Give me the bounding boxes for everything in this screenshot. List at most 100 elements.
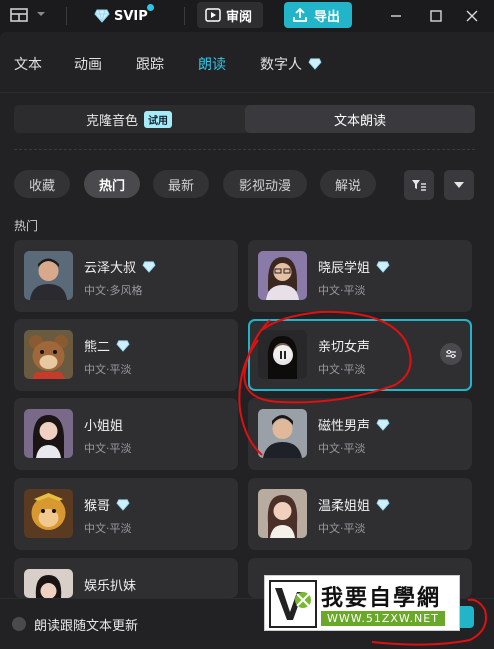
follow-text-checkbox[interactable] xyxy=(12,617,26,631)
voice-desc: 中文·平淡 xyxy=(84,442,132,455)
review-button[interactable]: 审阅 xyxy=(197,2,263,28)
voice-card[interactable]: 猴哥 中文·平淡 xyxy=(14,478,238,550)
voice-card[interactable]: 云泽大叔 中文·多风格 xyxy=(14,240,238,312)
voice-name: 晓辰学姐 xyxy=(318,257,390,276)
logo-icon xyxy=(269,580,317,628)
voice-name-text: 磁性男声 xyxy=(318,419,371,434)
clone-voice-label: 克隆音色 xyxy=(85,113,138,129)
filter-list-icon xyxy=(412,180,426,191)
filter-label: 解说 xyxy=(334,178,361,194)
diamond-icon xyxy=(308,58,322,70)
voice-card[interactable]: 娱乐扒妹 xyxy=(14,558,238,598)
tab-read-aloud[interactable]: 朗读 xyxy=(198,54,226,74)
avatar xyxy=(24,330,73,379)
voice-name: 磁性男声 xyxy=(318,415,390,434)
filter-label: 收藏 xyxy=(28,178,55,194)
pause-icon xyxy=(280,351,286,359)
filter-film-anime[interactable]: 影视动漫 xyxy=(223,170,307,198)
minimize-icon xyxy=(391,15,401,17)
filter-favorites[interactable]: 收藏 xyxy=(14,170,70,198)
diamond-icon xyxy=(376,418,390,431)
filter-label: 最新 xyxy=(167,178,194,194)
voice-card[interactable]: 熊二 中文·平淡 xyxy=(14,319,238,391)
upload-icon xyxy=(293,7,307,22)
voice-card-selected[interactable]: 亲切女声 中文·平淡 xyxy=(248,319,472,391)
diamond-icon xyxy=(116,498,130,511)
diamond-icon xyxy=(116,339,130,352)
avatar xyxy=(258,251,307,300)
voice-card[interactable]: 晓辰学姐 中文·平淡 xyxy=(248,240,472,312)
filter-dropdown-button[interactable] xyxy=(444,170,474,200)
apply-button[interactable] xyxy=(460,606,474,628)
voice-card[interactable]: 温柔姐姐 中文·平淡 xyxy=(248,478,472,550)
voice-name-text: 猴哥 xyxy=(84,499,111,514)
maximize-icon xyxy=(430,10,442,22)
filter-latest[interactable]: 最新 xyxy=(153,170,209,198)
diamond-icon xyxy=(142,260,156,273)
divider xyxy=(0,92,494,93)
avatar xyxy=(24,569,73,598)
voice-settings-button[interactable] xyxy=(440,343,462,365)
avatar xyxy=(258,330,307,379)
notification-dot xyxy=(147,4,154,11)
tab-digital-human-label: 数字人 xyxy=(260,57,302,73)
svip-label: SVIP xyxy=(114,8,148,24)
voice-name: 温柔姐姐 xyxy=(318,495,390,514)
voice-name-text: 熊二 xyxy=(84,340,111,355)
mode-switch: 克隆音色 试用 文本朗读 xyxy=(14,105,475,133)
voice-name: 娱乐扒妹 xyxy=(84,575,136,594)
voice-desc: 中文·平淡 xyxy=(318,442,366,455)
close-button[interactable] xyxy=(462,6,482,26)
filter-popular[interactable]: 热门 xyxy=(84,170,140,198)
filter-sort-button[interactable] xyxy=(404,170,434,200)
voice-desc: 中文·平淡 xyxy=(318,363,366,376)
svip-button[interactable]: SVIP xyxy=(86,4,156,28)
voice-card[interactable]: 小姐姐 中文·平淡 xyxy=(14,398,238,470)
review-icon xyxy=(205,8,221,22)
voice-card[interactable]: 磁性男声 中文·平淡 xyxy=(248,398,472,470)
voice-desc: 中文·平淡 xyxy=(318,284,366,297)
voice-name: 亲切女声 xyxy=(318,336,370,355)
chevron-down-icon[interactable] xyxy=(36,10,46,18)
close-icon xyxy=(466,10,478,22)
tab-animation[interactable]: 动画 xyxy=(74,54,102,74)
clone-voice-tab[interactable]: 克隆音色 试用 xyxy=(14,105,244,133)
avatar xyxy=(258,409,307,458)
review-label: 审阅 xyxy=(226,9,253,25)
divider xyxy=(14,149,475,150)
layout-icon[interactable] xyxy=(10,8,28,22)
filter-label: 影视动漫 xyxy=(238,178,291,194)
export-label: 导出 xyxy=(314,9,341,25)
minimize-button[interactable] xyxy=(386,6,406,26)
export-button[interactable]: 导出 xyxy=(284,2,352,28)
voice-desc: 中文·多风格 xyxy=(84,284,143,297)
section-title: 热门 xyxy=(14,219,39,233)
tab-text[interactable]: 文本 xyxy=(14,54,42,74)
divider xyxy=(184,7,185,25)
voice-desc: 中文·平淡 xyxy=(84,522,132,535)
voice-name: 云泽大叔 xyxy=(84,257,156,276)
pause-button[interactable] xyxy=(273,345,293,365)
voice-name: 熊二 xyxy=(84,336,130,355)
tab-tracking[interactable]: 跟踪 xyxy=(136,54,164,74)
trial-badge: 试用 xyxy=(144,110,172,128)
diamond-icon xyxy=(376,498,390,511)
voice-name: 猴哥 xyxy=(84,495,130,514)
maximize-button[interactable] xyxy=(426,6,446,26)
text-read-tab[interactable]: 文本朗读 xyxy=(245,105,475,133)
watermark-url: WWW.51ZXW.NET xyxy=(321,611,445,626)
voice-name-text: 温柔姐姐 xyxy=(318,499,371,514)
sliders-icon xyxy=(446,349,456,359)
avatar xyxy=(24,489,73,538)
tab-digital-human[interactable]: 数字人 xyxy=(260,54,322,74)
avatar xyxy=(24,409,73,458)
tab-bar: 文本 动画 跟踪 朗读 数字人 xyxy=(0,32,494,92)
voice-name-text: 小姐姐 xyxy=(84,419,124,434)
text-read-label: 文本朗读 xyxy=(333,113,386,129)
text-to-speech-panel: 文本 动画 跟踪 朗读 数字人 克隆音色 试用 文本朗读 收藏 热门 最新 影视… xyxy=(0,32,494,649)
filter-label: 热门 xyxy=(98,178,125,194)
filter-commentary[interactable]: 解说 xyxy=(320,170,376,198)
voice-desc: 中文·平淡 xyxy=(318,522,366,535)
voice-name: 小姐姐 xyxy=(84,415,123,434)
voice-name-text: 云泽大叔 xyxy=(84,261,137,276)
